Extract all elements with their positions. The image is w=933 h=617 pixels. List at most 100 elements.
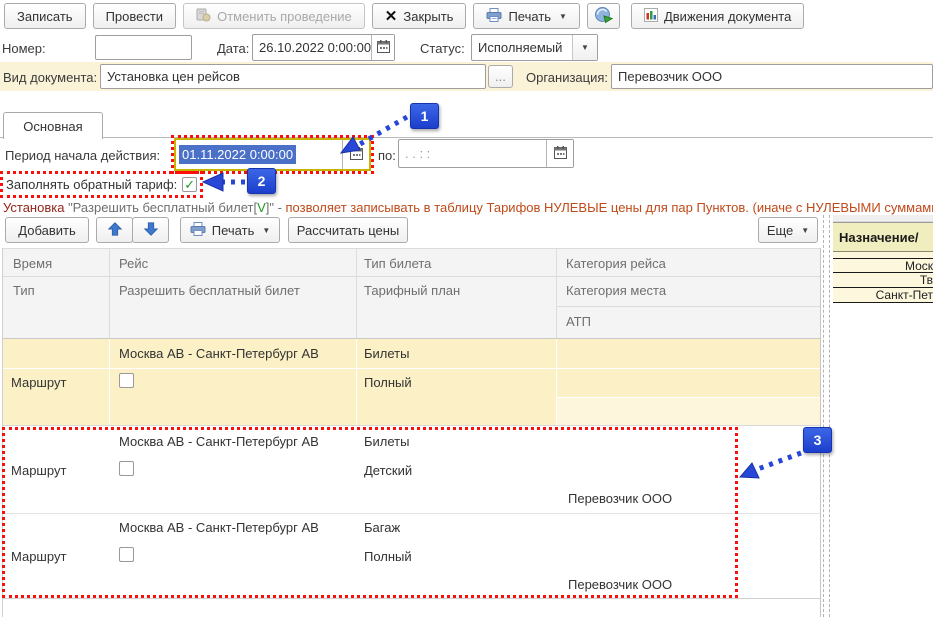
post-button[interactable]: Провести bbox=[93, 3, 177, 29]
chevron-down-icon: ▼ bbox=[559, 12, 567, 21]
tab-main[interactable]: Основная bbox=[3, 112, 103, 139]
free-ticket-checkbox[interactable] bbox=[119, 461, 134, 476]
panel-top-strip bbox=[833, 215, 933, 222]
more-button[interactable]: Еще ▼ bbox=[758, 217, 818, 243]
period-start-value: 01.11.2022 0:00:00 bbox=[179, 145, 296, 164]
table-row[interactable]: Москва АВ - Санкт-Петербург АВ Билеты Ма… bbox=[3, 428, 820, 514]
undo-post-icon bbox=[196, 8, 211, 25]
panel-row[interactable]: Тв bbox=[833, 273, 933, 288]
grid-toolbar: Добавить Печать ▼ Рассчитать цены Еще ▼ bbox=[2, 217, 819, 245]
period-calendar-button[interactable] bbox=[342, 140, 369, 169]
annotation-badge-1: 1 bbox=[410, 103, 439, 129]
status-dropdown-button[interactable]: ▼ bbox=[572, 35, 597, 60]
chevron-down-icon: ▼ bbox=[581, 43, 589, 52]
table-header-row-2[interactable]: Тип Разрешить бесплатный билет Тарифный … bbox=[3, 277, 820, 339]
arrow-2 bbox=[203, 173, 245, 191]
cell-tariff-plan: Полный bbox=[364, 375, 412, 390]
col-header-atp: АТП bbox=[566, 314, 591, 329]
col-header-time: Время bbox=[13, 256, 52, 271]
doc-kind-label: Вид документа: bbox=[3, 70, 97, 85]
cell-flight: Москва АВ - Санкт-Петербург АВ bbox=[119, 520, 319, 535]
tariffs-table: Время Рейс Тип билета Категория рейса Ти… bbox=[2, 248, 821, 617]
col-header-ticket-type: Тип билета bbox=[364, 256, 431, 271]
document-movements-button[interactable]: Движения документа bbox=[631, 3, 804, 29]
note-text: Установка "Разрешить бесплатный билет[V]… bbox=[3, 200, 933, 215]
status-select[interactable]: Исполняемый ▼ bbox=[471, 34, 598, 61]
printer-icon bbox=[190, 222, 206, 239]
panel-row[interactable]: Моск bbox=[833, 258, 933, 273]
status-label: Статус: bbox=[420, 41, 465, 56]
check-icon: ✓ bbox=[184, 178, 195, 191]
cell-row-type: Маршрут bbox=[11, 375, 66, 390]
undo-post-button[interactable]: Отменить проведение bbox=[183, 3, 365, 29]
refresh-icon bbox=[594, 6, 613, 27]
doc-kind-more-button[interactable]: ... bbox=[488, 65, 513, 88]
date-label: Дата: bbox=[217, 41, 249, 56]
panel-header-cell: Назначение/ bbox=[833, 222, 933, 252]
cell-tariff-plan: Полный bbox=[364, 549, 412, 564]
number-label: Номер: bbox=[2, 41, 46, 56]
panel-row[interactable]: Санкт-Пет bbox=[833, 288, 933, 303]
close-icon: ✕ bbox=[385, 7, 398, 25]
cell-ticket-type: Билеты bbox=[364, 434, 409, 449]
col-header-tariff-plan: Тарифный план bbox=[364, 283, 460, 298]
printer-icon bbox=[486, 8, 502, 25]
cell-tariff-plan: Детский bbox=[364, 463, 412, 478]
number-input[interactable] bbox=[95, 35, 192, 60]
organization-input[interactable]: Перевозчик ООО bbox=[611, 64, 933, 89]
free-ticket-checkbox[interactable] bbox=[119, 373, 134, 388]
reverse-tariff-checkbox[interactable]: ✓ bbox=[182, 177, 197, 192]
annotation-badge-2: 2 bbox=[247, 168, 276, 194]
col-header-free-ticket: Разрешить бесплатный билет bbox=[119, 283, 300, 298]
move-down-button[interactable] bbox=[132, 217, 169, 243]
col-header-seat-category: Категория места bbox=[566, 283, 666, 298]
tab-underline bbox=[0, 137, 933, 138]
cell-atp: Перевозчик ООО bbox=[568, 577, 672, 592]
reverse-tariff-label: Заполнять обратный тариф: bbox=[6, 177, 177, 192]
period-label: Период начала действия: bbox=[5, 148, 160, 163]
period-end-calendar-button[interactable] bbox=[546, 140, 573, 167]
splitter-handle[interactable] bbox=[829, 215, 830, 617]
cell-row-type: Маршрут bbox=[11, 463, 66, 478]
add-row-button[interactable]: Добавить bbox=[5, 217, 89, 243]
calendar-icon bbox=[554, 146, 567, 162]
calendar-icon bbox=[350, 147, 363, 163]
chevron-down-icon: ▼ bbox=[262, 226, 270, 235]
calculate-prices-button[interactable]: Рассчитать цены bbox=[288, 217, 408, 243]
calendar-icon bbox=[377, 40, 390, 56]
date-input[interactable]: 26.10.2022 0:00:00 bbox=[252, 34, 395, 61]
table-row-selected[interactable]: Москва АВ - Санкт-Петербург АВ Билеты Ма… bbox=[3, 339, 820, 426]
up-arrow-icon bbox=[107, 221, 123, 240]
refresh-button[interactable] bbox=[587, 3, 620, 29]
cell-row-type: Маршрут bbox=[11, 549, 66, 564]
table-row[interactable]: Москва АВ - Санкт-Петербург АВ Багаж Мар… bbox=[3, 514, 820, 599]
table-header-row-1[interactable]: Время Рейс Тип билета Категория рейса bbox=[3, 248, 820, 277]
date-calendar-button[interactable] bbox=[371, 35, 394, 60]
period-end-input[interactable]: . . : : bbox=[398, 139, 574, 168]
annotation-badge-3: 3 bbox=[803, 427, 832, 453]
grid-print-button[interactable]: Печать ▼ bbox=[180, 217, 280, 243]
cell-atp: Перевозчик ООО bbox=[568, 491, 672, 506]
period-end-placeholder: . . : : bbox=[405, 146, 546, 161]
cell-ticket-type: Билеты bbox=[364, 346, 409, 361]
main-toolbar: Записать Провести Отменить проведение ✕ … bbox=[4, 3, 804, 29]
period-start-input[interactable]: 01.11.2022 0:00:00 bbox=[174, 138, 371, 171]
doc-kind-input[interactable]: Установка цен рейсов bbox=[100, 64, 486, 89]
col-header-flight: Рейс bbox=[119, 256, 148, 271]
cell-flight: Москва АВ - Санкт-Петербург АВ bbox=[119, 346, 319, 361]
document-window: Записать Провести Отменить проведение ✕ … bbox=[0, 0, 933, 617]
movements-icon bbox=[644, 8, 658, 25]
cell-flight: Москва АВ - Санкт-Петербург АВ bbox=[119, 434, 319, 449]
col-header-flight-category: Категория рейса bbox=[566, 256, 666, 271]
save-button[interactable]: Записать bbox=[4, 3, 86, 29]
destinations-panel: Назначение/ Моск Тв Санкт-Пет bbox=[833, 215, 933, 617]
move-up-button[interactable] bbox=[96, 217, 133, 243]
free-ticket-checkbox[interactable] bbox=[119, 547, 134, 562]
cell-ticket-type: Багаж bbox=[364, 520, 400, 535]
chevron-down-icon: ▼ bbox=[801, 226, 809, 235]
print-button[interactable]: Печать ▼ bbox=[473, 3, 580, 29]
down-arrow-icon bbox=[143, 221, 159, 240]
splitter-handle[interactable] bbox=[823, 215, 824, 617]
period-to-label: по: bbox=[378, 148, 396, 163]
close-button[interactable]: ✕ Закрыть bbox=[372, 3, 467, 29]
